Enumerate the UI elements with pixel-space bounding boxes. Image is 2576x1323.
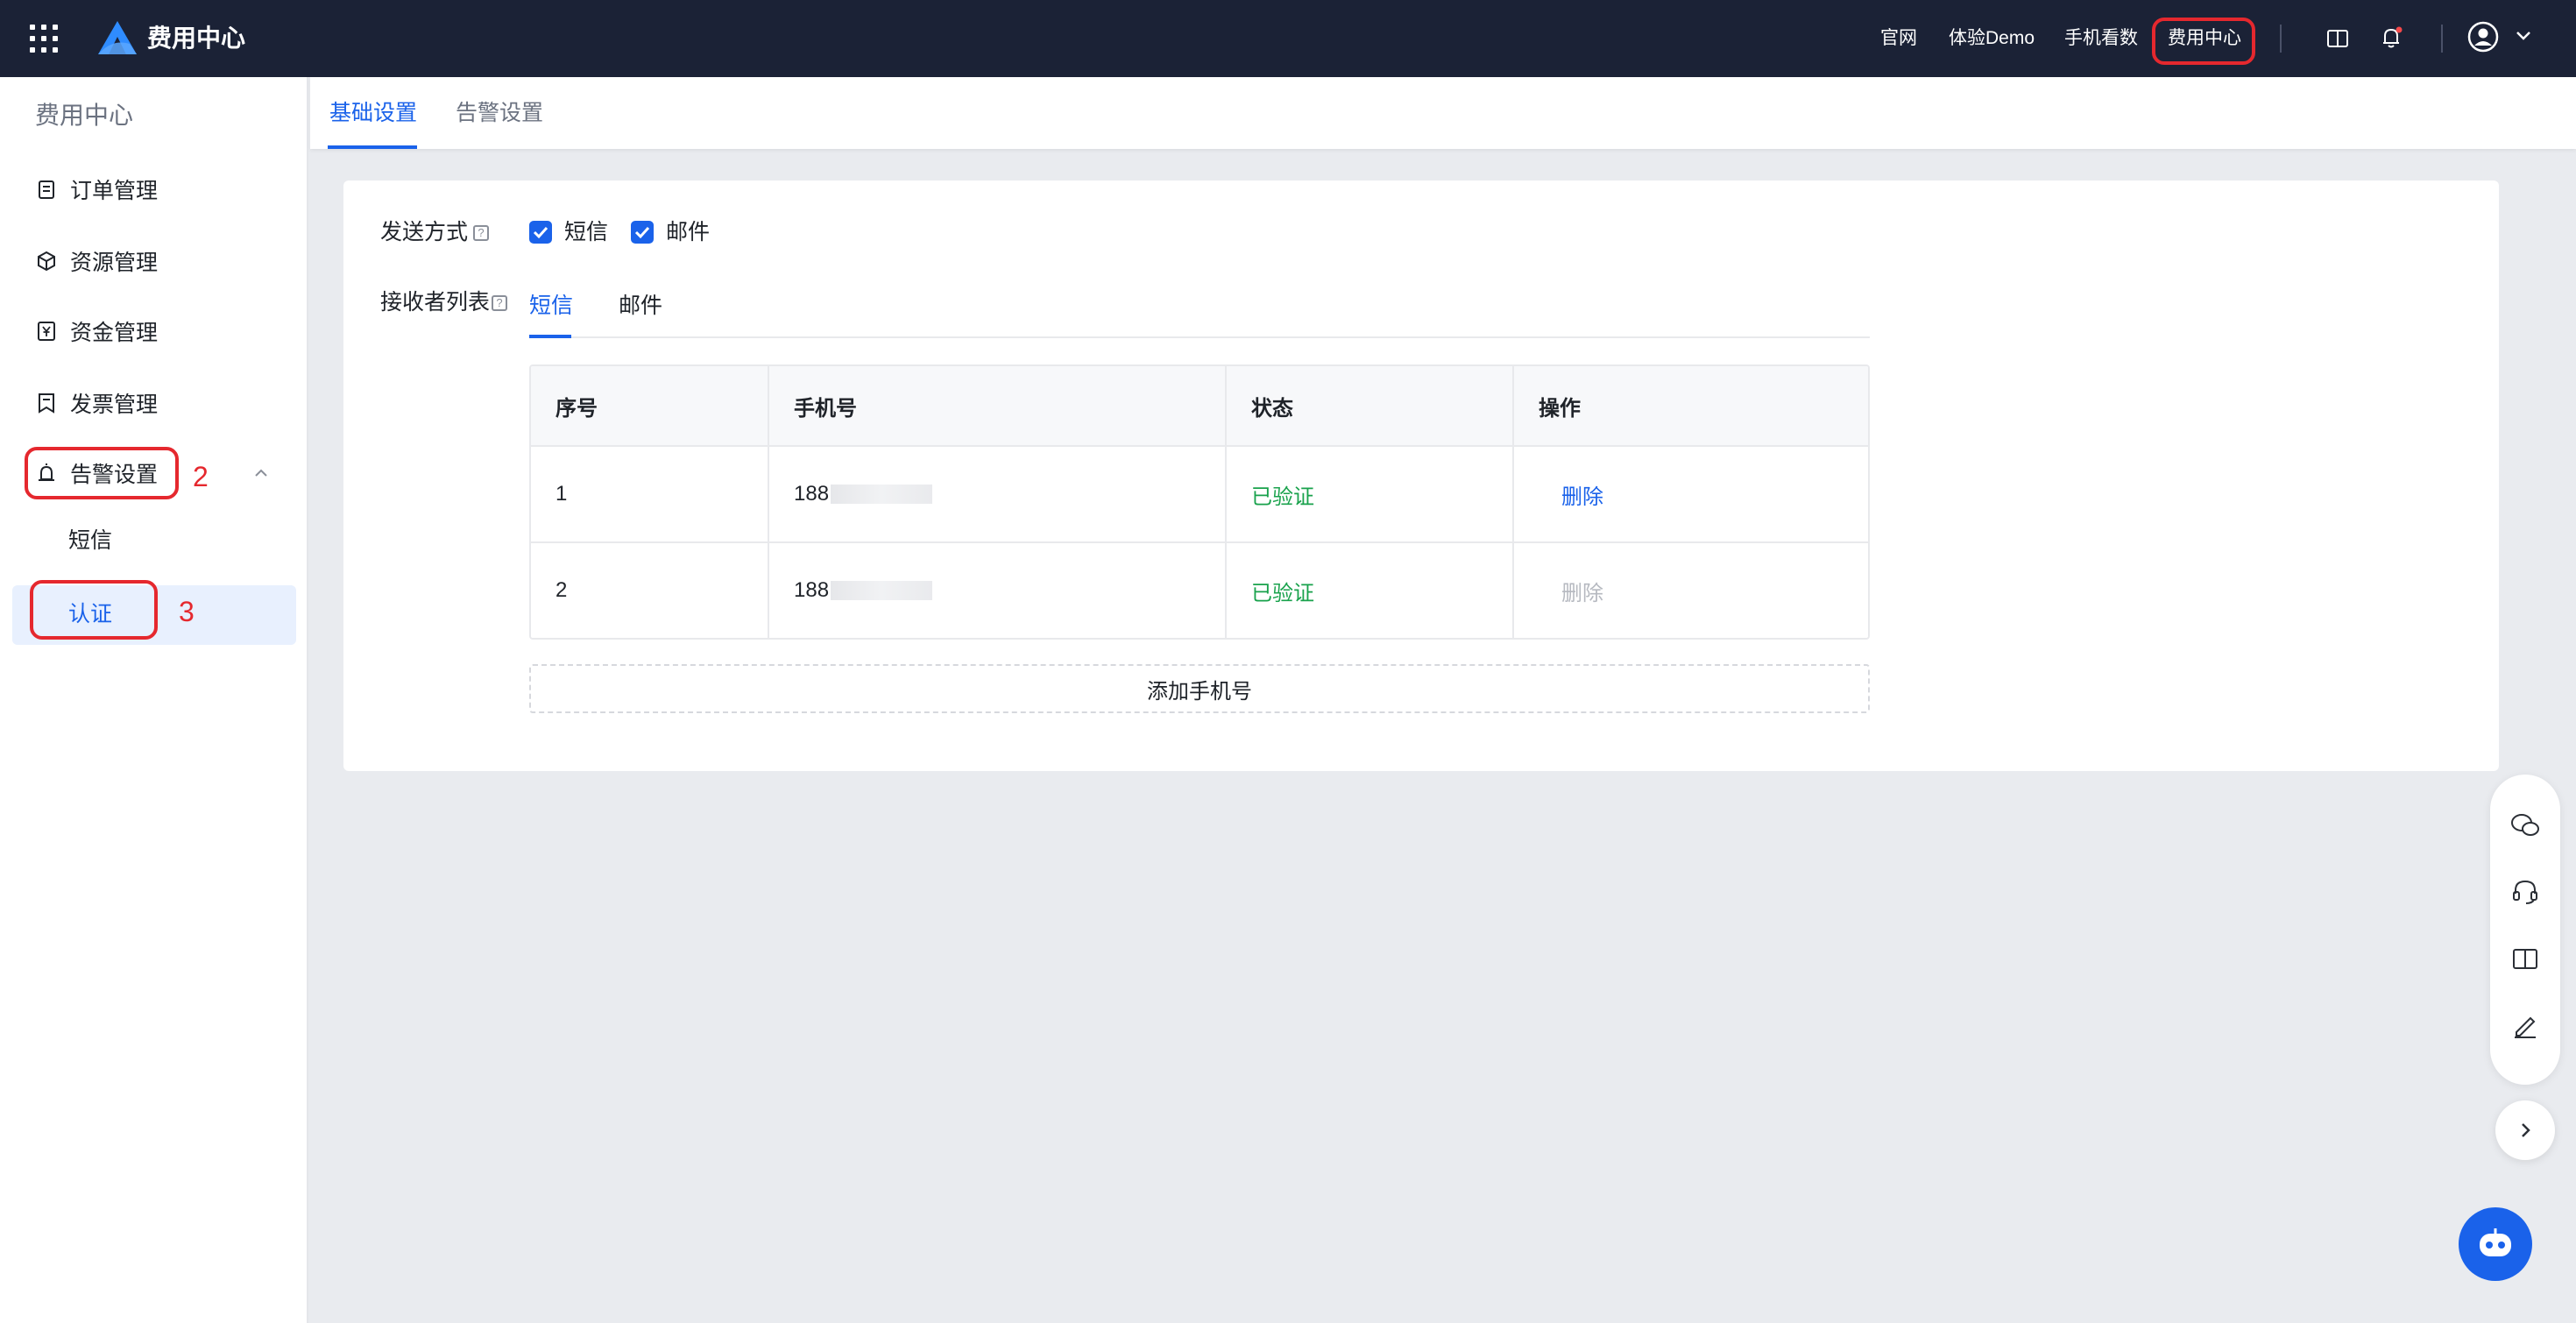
redacted-phone xyxy=(831,581,933,600)
cube-icon xyxy=(38,251,55,272)
row-index: 2 xyxy=(556,578,568,602)
sms-checkbox-label: 短信 xyxy=(564,220,609,244)
nav-official-site[interactable]: 官网 xyxy=(1880,26,1917,51)
nav-demo[interactable]: 体验Demo xyxy=(1949,26,2035,51)
tab-active-underline xyxy=(328,145,417,149)
email-checkbox-label: 邮件 xyxy=(666,220,711,244)
add-phone-button[interactable]: 添加手机号 xyxy=(529,664,1870,713)
sidebar-item-label: 订单管理 xyxy=(70,179,159,203)
sidebar-item-label: 资源管理 xyxy=(70,251,159,275)
chatbot-button[interactable] xyxy=(2459,1207,2532,1281)
annotation-box-1 xyxy=(2152,18,2255,65)
sidebar-item-funds[interactable]: 资金管理 xyxy=(35,314,158,349)
nav-divider xyxy=(2280,25,2282,53)
subtab-active-underline xyxy=(529,335,571,338)
receivers-table: 序号 手机号 状态 操作 1 188 已验证 删除 2 188 已验证 删除 xyxy=(529,364,1870,640)
table-row: 1 188 已验证 删除 xyxy=(531,445,1868,541)
subtab-divider xyxy=(529,336,1870,338)
headset-icon[interactable] xyxy=(2509,876,2541,908)
sidebar-item-resources[interactable]: 资源管理 xyxy=(35,244,158,279)
tab-basic-settings[interactable]: 基础设置 xyxy=(329,98,417,128)
row-status: 已验证 xyxy=(1225,543,1512,638)
chevron-down-icon[interactable] xyxy=(2515,30,2532,42)
clipboard-icon xyxy=(39,180,54,199)
yuan-icon xyxy=(38,322,55,341)
invoice-icon xyxy=(39,393,54,414)
robot-icon xyxy=(2480,1228,2511,1256)
subtab-sms[interactable]: 短信 xyxy=(529,291,573,321)
sidebar-subitem-sms[interactable]: 短信 xyxy=(68,526,112,555)
help-icon[interactable]: ? xyxy=(473,225,490,242)
bell-icon[interactable] xyxy=(2378,25,2404,51)
subtab-email[interactable]: 邮件 xyxy=(619,291,662,321)
sms-checkbox[interactable] xyxy=(529,221,552,244)
row-phone: 188 xyxy=(768,543,1225,638)
header-action: 操作 xyxy=(1512,366,1868,445)
sidebar: 费用中心 订单管理 资源管理 资金管理 发票管理 告警设置 短信 认证 xyxy=(0,77,308,1323)
user-avatar-icon[interactable] xyxy=(2467,21,2499,53)
checkmark-icon xyxy=(533,226,548,239)
chevron-up-icon[interactable] xyxy=(252,464,270,482)
email-checkbox[interactable] xyxy=(631,221,654,244)
help-icon[interactable]: ? xyxy=(492,295,508,312)
redacted-phone xyxy=(831,485,933,504)
top-navbar: 费用中心 官网 体验Demo 手机看数 费用中心 xyxy=(0,0,2576,77)
row-index: 1 xyxy=(556,482,568,506)
annotation-number-3: 3 xyxy=(179,596,195,627)
receivers-label: 接收者列表? xyxy=(380,287,508,317)
row-status: 已验证 xyxy=(1225,447,1512,541)
delete-button-disabled: 删除 xyxy=(1561,581,1603,605)
sidebar-item-invoices[interactable]: 发票管理 xyxy=(35,386,158,421)
sidebar-item-label: 资金管理 xyxy=(70,321,159,345)
annotation-box-2 xyxy=(25,447,179,499)
header-index: 序号 xyxy=(556,396,598,421)
sidebar-title: 费用中心 xyxy=(35,102,134,129)
table-row: 2 188 已验证 删除 xyxy=(531,541,1868,638)
brand-title: 费用中心 xyxy=(147,25,246,52)
chevron-right-icon xyxy=(2522,1123,2530,1137)
sidebar-item-label: 发票管理 xyxy=(70,393,159,417)
annotation-box-3 xyxy=(30,580,158,640)
header-status: 状态 xyxy=(1225,366,1512,445)
annotation-number-2: 2 xyxy=(193,461,209,492)
nav-mobile-dashboard[interactable]: 手机看数 xyxy=(2064,26,2138,51)
book-icon[interactable] xyxy=(2325,26,2350,51)
table-header-row: 序号 手机号 状态 操作 xyxy=(531,366,1868,445)
floating-toolbar xyxy=(2490,775,2560,1085)
expand-toolbar-button[interactable] xyxy=(2495,1100,2555,1160)
app-grid-icon[interactable] xyxy=(30,25,58,53)
wechat-icon[interactable] xyxy=(2509,810,2541,841)
sidebar-item-orders[interactable]: 订单管理 xyxy=(35,172,158,207)
delete-button[interactable]: 删除 xyxy=(1561,479,1603,510)
logo-icon xyxy=(98,21,137,54)
tab-alert-settings[interactable]: 告警设置 xyxy=(456,98,543,128)
page-tabs xyxy=(310,77,2576,149)
row-action: 删除 xyxy=(1512,543,1868,638)
header-phone: 手机号 xyxy=(768,366,1225,445)
checkmark-icon xyxy=(634,226,650,239)
send-method-label: 发送方式? xyxy=(380,217,490,247)
nav-divider xyxy=(2441,25,2443,53)
edit-icon[interactable] xyxy=(2509,1009,2541,1041)
row-action: 删除 xyxy=(1512,447,1868,541)
row-phone: 188 xyxy=(768,447,1225,541)
book-icon[interactable] xyxy=(2509,943,2541,974)
